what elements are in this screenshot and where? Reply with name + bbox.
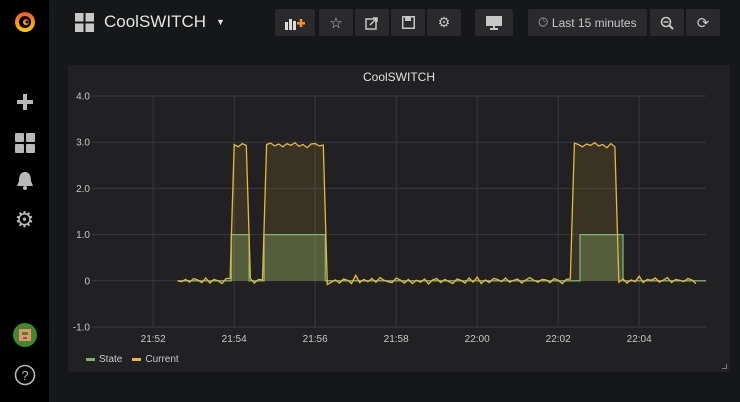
x-tick-label: 21:52 bbox=[141, 334, 166, 345]
y-tick-label: -1.0 bbox=[73, 323, 91, 334]
time-range-label: Last 15 minutes bbox=[551, 15, 637, 30]
series-line-state bbox=[177, 233, 706, 282]
x-tick-label: 22:00 bbox=[465, 334, 490, 345]
dashboard-grid-icon bbox=[75, 12, 94, 32]
zoom-out-icon bbox=[660, 16, 674, 30]
grafana-logo[interactable] bbox=[0, 6, 49, 36]
settings-button[interactable]: ⚙ bbox=[427, 9, 461, 36]
x-tick-label: 21:54 bbox=[222, 334, 247, 345]
share-icon bbox=[365, 16, 378, 30]
y-tick-label: 2.0 bbox=[76, 184, 90, 195]
help-icon[interactable]: ? bbox=[0, 360, 49, 390]
legend: State Current bbox=[86, 354, 179, 365]
save-icon bbox=[401, 16, 415, 29]
legend-label: State bbox=[99, 354, 123, 365]
refresh-button[interactable]: ⟳ bbox=[686, 9, 720, 36]
caret-down-icon: ▼ bbox=[216, 17, 225, 27]
x-tick-label: 21:58 bbox=[384, 334, 409, 345]
x-tick-label: 22:02 bbox=[546, 334, 571, 345]
clock-icon: 🕒︎ bbox=[538, 15, 548, 29]
add-panel-button[interactable] bbox=[275, 9, 315, 36]
x-tick-label: 21:56 bbox=[303, 334, 328, 345]
time-range-picker[interactable]: 🕒︎ Last 15 minutes bbox=[528, 9, 647, 36]
y-tick-label: 0 bbox=[84, 276, 90, 287]
y-tick-label: 3.0 bbox=[76, 138, 90, 149]
graph-chart: 4.0 3.0 2.0 1.0 0 -1.0 21:52 21:54 21:56 21:58 22:… bbox=[73, 92, 707, 345]
svg-text:?: ? bbox=[21, 368, 28, 383]
configuration-gear-icon[interactable]: ⚙ bbox=[0, 205, 49, 235]
dashboard-title: CoolSWITCH bbox=[104, 12, 207, 31]
resize-handle[interactable] bbox=[722, 364, 727, 369]
add-panel-icon bbox=[285, 18, 305, 30]
star-icon: ☆ bbox=[329, 14, 343, 32]
current-swatch-icon bbox=[132, 357, 142, 361]
alerting-bell-icon[interactable] bbox=[0, 166, 49, 196]
x-tick-label: 22:04 bbox=[627, 334, 652, 345]
create-plus-icon[interactable] bbox=[0, 87, 49, 117]
legend-label: Current bbox=[145, 354, 179, 365]
user-avatar[interactable] bbox=[0, 320, 49, 350]
y-tick-label: 1.0 bbox=[76, 230, 90, 241]
star-button[interactable]: ☆ bbox=[319, 9, 353, 36]
dashboards-icon[interactable] bbox=[0, 128, 49, 158]
dashboard-picker[interactable]: CoolSWITCH ▼ bbox=[75, 12, 225, 32]
dashboard-navbar: CoolSWITCH ▼ ☆ ⚙ 🕒︎ Last 15 minutes ⟳ bbox=[49, 0, 740, 48]
share-button[interactable] bbox=[355, 9, 389, 36]
sidebar: ⚙ ? bbox=[0, 0, 49, 402]
y-tick-label: 4.0 bbox=[76, 92, 90, 103]
gear-icon: ⚙ bbox=[437, 14, 451, 30]
monitor-icon bbox=[486, 15, 502, 30]
zoom-out-button[interactable] bbox=[650, 9, 684, 36]
series-line-current bbox=[177, 141, 697, 286]
state-swatch-icon bbox=[86, 357, 95, 361]
refresh-icon: ⟳ bbox=[696, 14, 710, 32]
graph-panel: CoolSWITCH 4.0 3.0 2.0 1.0 0 -1.0 21:52 21:54 21… bbox=[68, 65, 730, 372]
save-button[interactable] bbox=[391, 9, 425, 36]
legend-item-state[interactable]: State bbox=[86, 354, 122, 365]
series-area-state bbox=[177, 234, 707, 281]
view-mode-button[interactable] bbox=[475, 9, 513, 36]
legend-item-current[interactable]: Current bbox=[132, 354, 179, 365]
